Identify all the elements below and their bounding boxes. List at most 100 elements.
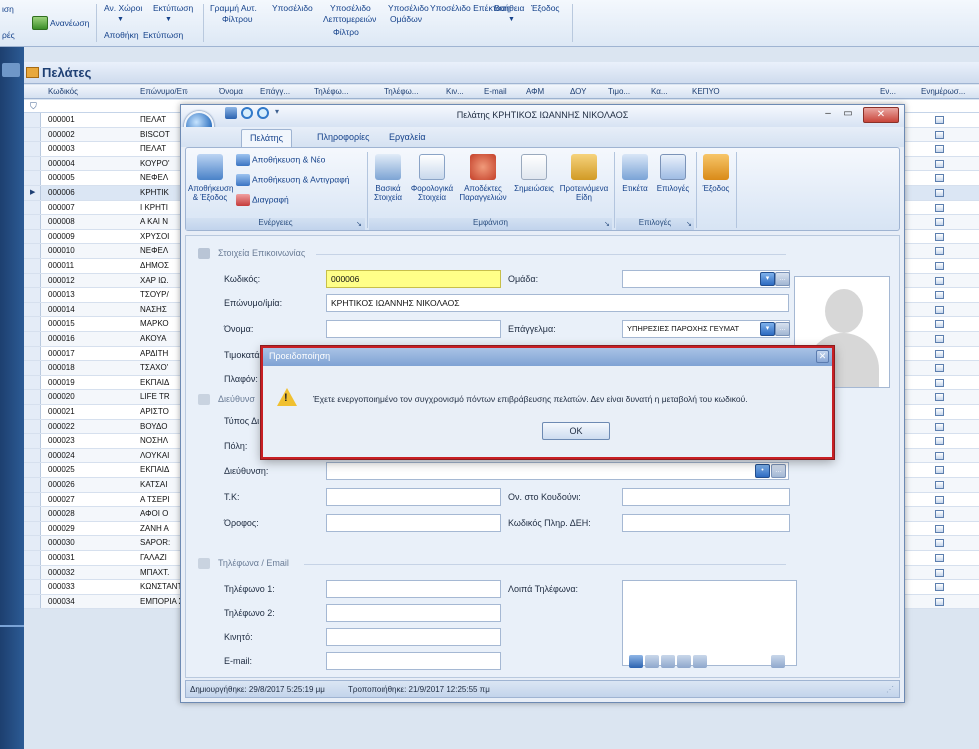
column-header[interactable]: Τηλέφω... — [314, 87, 362, 96]
options-button[interactable]: Επιλογές — [654, 154, 692, 193]
row-indicator[interactable] — [24, 229, 41, 244]
row-indicator[interactable] — [24, 390, 41, 404]
delete-button[interactable]: Διαγραφή — [236, 194, 289, 206]
column-header[interactable]: Κωδικός — [48, 87, 108, 96]
row-checkbox[interactable] — [935, 437, 944, 446]
row-checkbox[interactable] — [935, 262, 944, 270]
row-indicator[interactable] — [24, 113, 41, 127]
phone2-field[interactable] — [326, 604, 501, 622]
column-header[interactable]: Τιμο... — [608, 87, 642, 96]
row-indicator[interactable] — [24, 551, 41, 565]
column-header[interactable]: Τηλέφω... — [384, 87, 432, 96]
column-header[interactable]: Εν... — [880, 87, 910, 96]
exit-button[interactable]: Έξοδος — [700, 154, 732, 193]
chevron-down-icon[interactable]: ▼ — [165, 16, 172, 23]
row-checkbox[interactable] — [935, 218, 944, 227]
close-icon[interactable]: ✕ — [816, 350, 829, 363]
dialog-titlebar[interactable]: Προειδοποίηση ✕ — [263, 348, 832, 366]
row-checkbox[interactable] — [935, 320, 944, 329]
row-checkbox[interactable] — [935, 159, 944, 168]
chevron-down-icon[interactable]: ▼ — [508, 16, 515, 23]
row-checkbox[interactable] — [935, 189, 944, 197]
column-header[interactable]: ΚΕΠΥΟ — [692, 87, 732, 96]
row-checkbox[interactable] — [935, 481, 944, 489]
row-checkbox[interactable] — [935, 378, 944, 387]
row-checkbox[interactable] — [935, 510, 944, 519]
column-header[interactable]: Επώνυμο/Επω — [140, 87, 188, 96]
row-indicator[interactable] — [24, 375, 41, 390]
row-indicator[interactable] — [24, 171, 41, 185]
group-launcher-icon[interactable]: ↘ — [604, 220, 610, 228]
row-indicator[interactable] — [24, 507, 41, 521]
row-indicator[interactable] — [24, 521, 41, 536]
floor-field[interactable] — [326, 514, 501, 532]
dropdown-arrow-icon[interactable]: ▾ — [760, 272, 775, 286]
basic-info-button[interactable]: Βασικά Στοιχεία — [370, 154, 406, 202]
row-checkbox[interactable] — [935, 583, 944, 592]
lookup-icon[interactable]: … — [775, 322, 790, 336]
column-header[interactable]: Όνομα — [219, 87, 253, 96]
tab-tools[interactable]: Εργαλεία — [389, 132, 426, 142]
row-indicator[interactable] — [24, 448, 41, 463]
column-header[interactable]: Επάγγ... — [260, 87, 300, 96]
email-field[interactable] — [326, 652, 501, 670]
row-checkbox[interactable] — [935, 393, 944, 402]
dropdown-arrow-icon[interactable]: ▾ — [760, 322, 775, 336]
map-pin-icon[interactable]: • — [755, 464, 770, 478]
chevron-down-icon[interactable]: ▼ — [117, 16, 124, 23]
row-checkbox[interactable] — [935, 597, 944, 606]
row-indicator[interactable] — [24, 580, 41, 594]
confirm-phone-icon[interactable] — [677, 655, 691, 668]
row-indicator[interactable] — [24, 259, 41, 273]
lookup-icon[interactable]: … — [771, 464, 786, 478]
row-checkbox[interactable] — [935, 130, 944, 139]
tab-customer[interactable]: Πελάτης — [241, 129, 292, 147]
row-checkbox[interactable] — [935, 174, 944, 183]
code-field[interactable]: 000006 — [326, 270, 501, 288]
details-footer-button[interactable]: Υποσέλιδο — [330, 3, 371, 13]
row-checkbox[interactable] — [935, 524, 944, 533]
row-indicator[interactable] — [24, 288, 41, 302]
group-launcher-icon[interactable]: ↘ — [356, 220, 362, 228]
save-exit-button[interactable]: Αποθήκευση & Έξοδος — [188, 154, 233, 202]
print-button[interactable]: Εκτύπωση — [153, 3, 193, 13]
surname-field[interactable]: ΚΡΗΤΙΚΟΣ ΙΩΑΝΝΗΣ ΝΙΚΟΛΑΟΣ — [326, 294, 789, 312]
tax-info-button[interactable]: Φορολογικά Στοιχεία — [410, 154, 454, 202]
refresh-icon[interactable] — [32, 16, 48, 30]
scroll-right-icon[interactable] — [771, 655, 785, 668]
row-indicator[interactable] — [24, 346, 41, 361]
electricity-code-field[interactable] — [622, 514, 790, 532]
warehouse-label[interactable]: Αποθήκη — [104, 30, 139, 40]
address-field[interactable] — [326, 462, 789, 480]
filter-icon[interactable]: ⛉ — [30, 101, 37, 112]
row-checkbox[interactable] — [935, 408, 944, 416]
ok-button[interactable]: OK — [542, 422, 610, 440]
save-new-button[interactable]: Αποθήκευση & Νέο — [236, 154, 325, 166]
preferred-items-button[interactable]: Προτεινόμενα Είδη — [558, 154, 610, 202]
row-checkbox[interactable] — [935, 495, 944, 504]
exit-button[interactable]: Έξοδος — [531, 3, 560, 13]
row-indicator[interactable] — [24, 478, 41, 492]
row-checkbox[interactable] — [935, 232, 944, 241]
storage-space-button[interactable]: Αν. Χώροι — [104, 3, 142, 13]
cancel-phone-icon[interactable] — [693, 655, 707, 668]
row-checkbox[interactable] — [935, 554, 944, 562]
phone1-field[interactable] — [326, 580, 501, 598]
column-header[interactable]: ΔΟΥ — [570, 87, 594, 96]
row-indicator[interactable] — [24, 565, 41, 580]
row-checkbox[interactable] — [935, 422, 944, 431]
help-button[interactable]: Βοήθεια — [494, 3, 524, 13]
row-indicator[interactable] — [24, 419, 41, 434]
add-phone-icon[interactable] — [629, 655, 643, 668]
row-checkbox[interactable] — [935, 364, 944, 373]
label-button[interactable]: Ετικέτα — [618, 154, 652, 193]
row-checkbox[interactable] — [935, 451, 944, 460]
column-header[interactable]: Κιν... — [446, 87, 476, 96]
other-phones-list[interactable] — [622, 580, 797, 668]
nav-selected-item[interactable] — [2, 63, 20, 77]
minimize-icon[interactable]: – — [821, 107, 835, 123]
group-footer-button[interactable]: Υποσέλιδο — [388, 3, 429, 13]
refresh-button[interactable]: Ανανέωση — [50, 18, 89, 28]
resize-grip-icon[interactable]: ⋰ — [886, 685, 894, 694]
row-checkbox[interactable] — [935, 568, 944, 577]
